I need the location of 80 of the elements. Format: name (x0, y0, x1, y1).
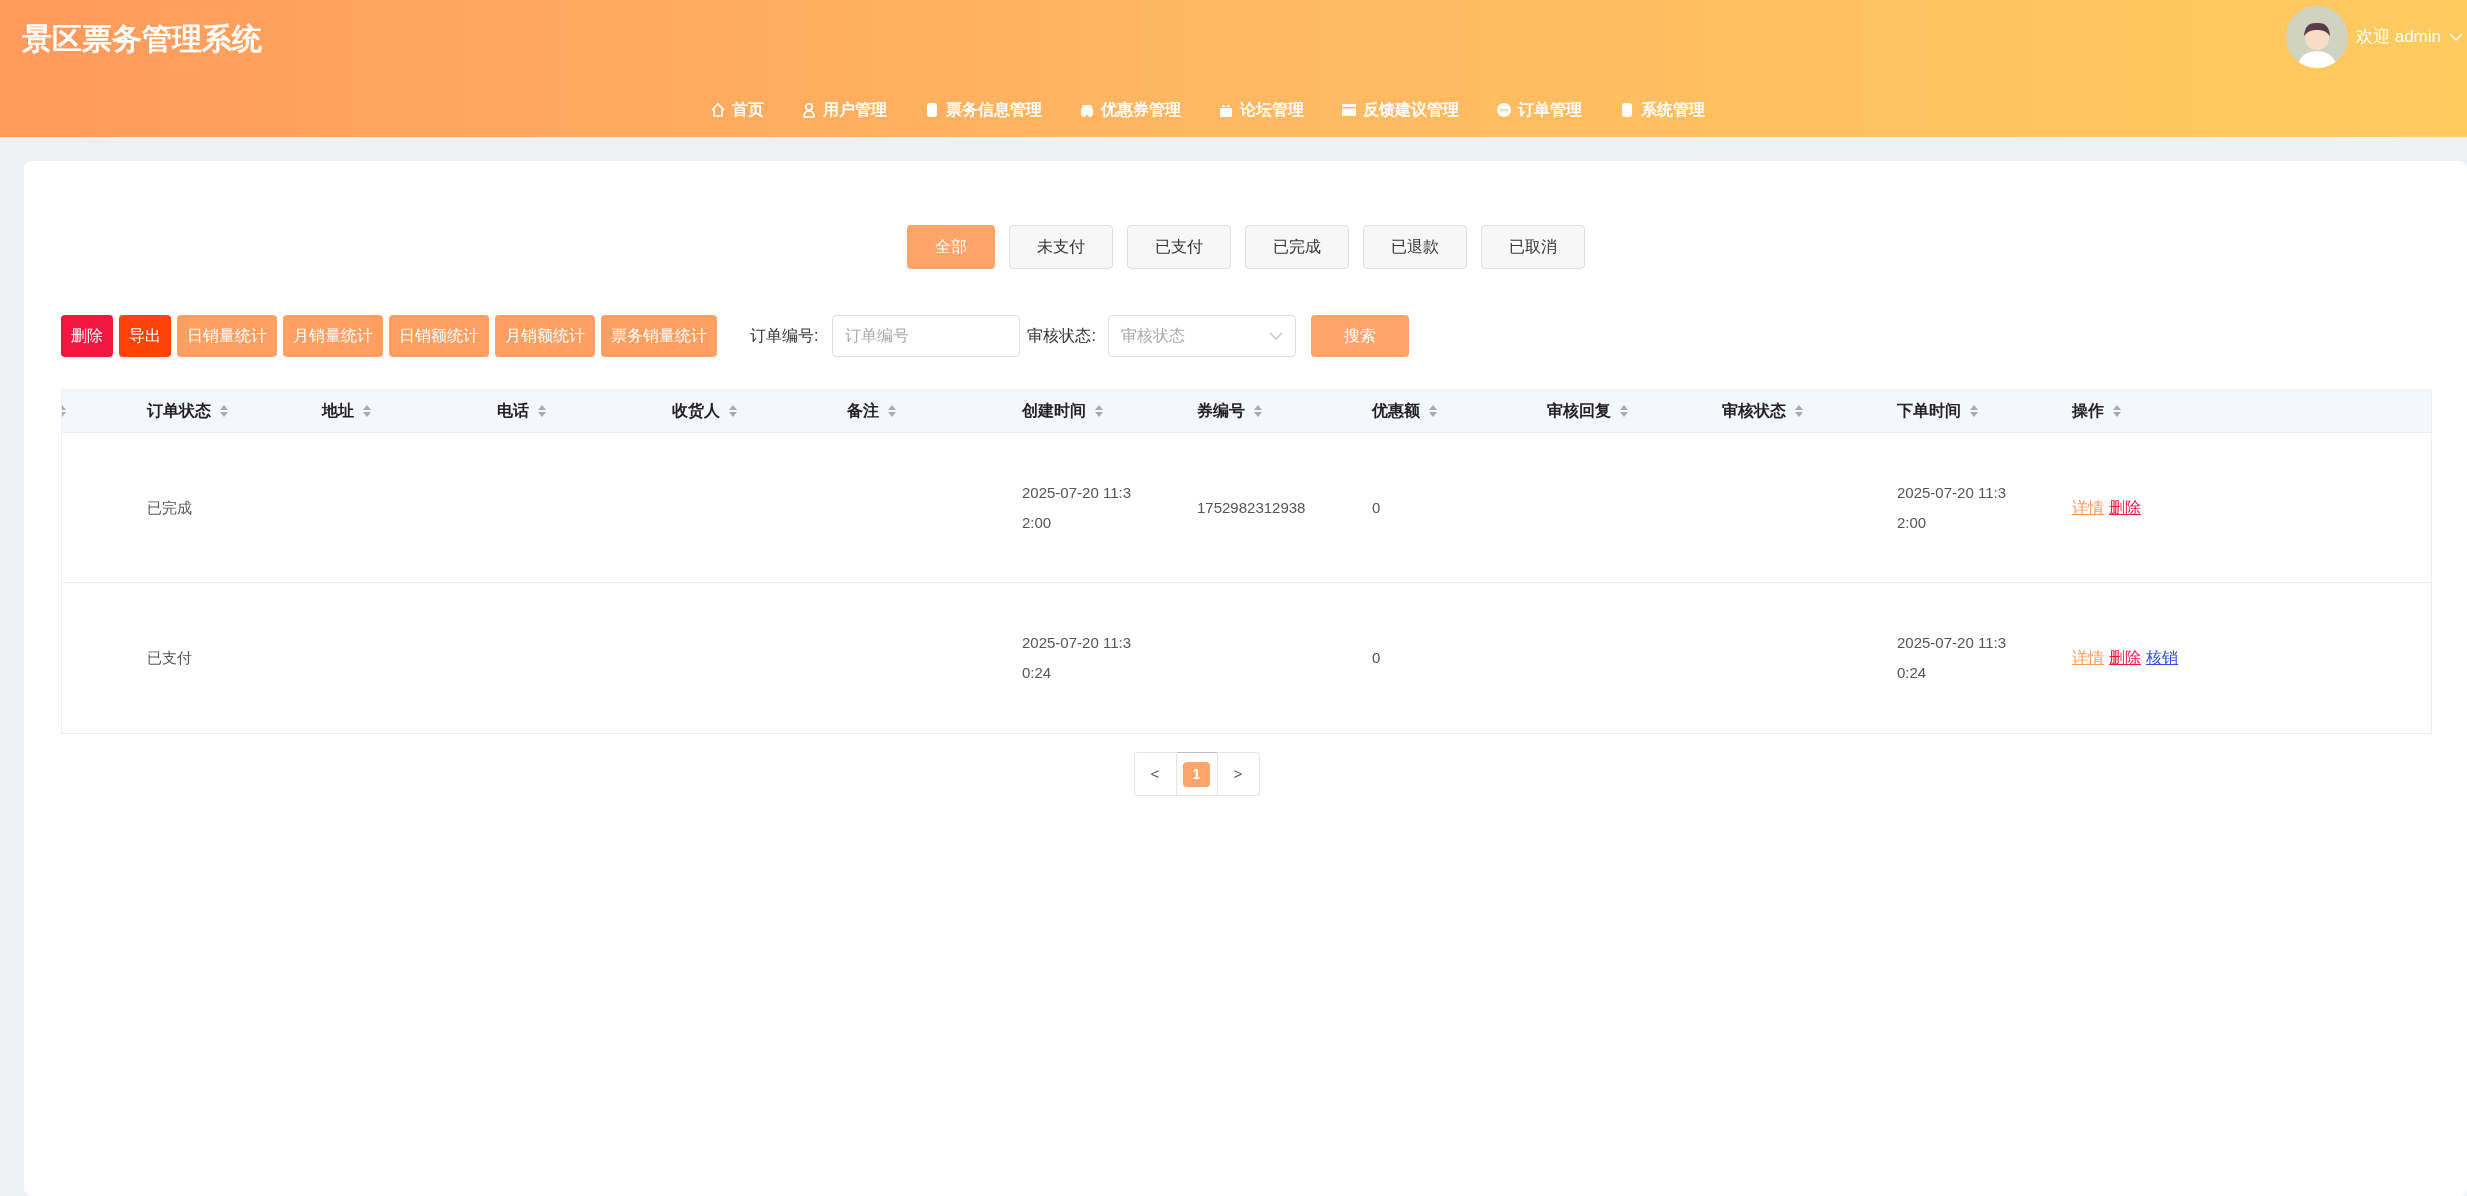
toolbar-button[interactable]: 票务销量统计 (601, 315, 717, 357)
column-header: 订单状态 (147, 401, 211, 421)
status-tab[interactable]: 已取消 (1480, 225, 1585, 269)
nav-item[interactable]: 系统管理 (1619, 98, 1705, 122)
nav-item[interactable]: 用户管理 (801, 98, 887, 122)
column-header: 下单时间 (1897, 401, 1961, 421)
column-header: 审核状态 (1722, 401, 1786, 421)
welcome-text[interactable]: 欢迎 admin (2355, 24, 2441, 50)
nav-item[interactable]: 首页 (710, 98, 764, 122)
user-icon (801, 102, 817, 118)
database-icon (1619, 102, 1635, 118)
search-button[interactable]: 搜索 (1310, 315, 1409, 357)
sort-icon[interactable] (887, 404, 897, 418)
sort-icon[interactable] (219, 404, 229, 418)
sort-icon[interactable] (1619, 404, 1629, 418)
table-cell-text: 2025-07-20 11:32:00 (1897, 482, 2007, 533)
table-cell-text: 2025-07-20 11:30:24 (1022, 633, 1132, 683)
sort-icon[interactable] (728, 404, 738, 418)
column-header: 操作 (2072, 401, 2104, 421)
action-link[interactable]: 删除 (2109, 495, 2141, 520)
review-status-label: 审核状态: (1027, 326, 1096, 346)
sort-icon[interactable] (1969, 404, 1979, 418)
sort-icon[interactable] (1253, 404, 1263, 418)
gift-icon (1218, 102, 1234, 118)
database-icon (924, 102, 940, 118)
column-header: 审核回复 (1547, 401, 1611, 421)
action-link[interactable]: 核销 (2146, 646, 2178, 670)
sort-icon[interactable] (362, 404, 372, 418)
page-button[interactable]: 1 (1183, 761, 1210, 787)
app-title: 景区票务管理系统 (22, 21, 262, 57)
column-header: 创建时间 (1022, 401, 1086, 421)
column-header: 备注 (847, 401, 879, 421)
chevron-down-icon[interactable] (2449, 32, 2463, 42)
table-cell-text: 2025-07-20 11:32:00 (1022, 482, 1132, 533)
chat-icon (1496, 102, 1512, 118)
order-number-label: 订单编号: (750, 326, 819, 346)
nav-item[interactable]: 票务信息管理 (924, 98, 1042, 122)
column-header: 地址 (322, 401, 354, 421)
review-status-select[interactable]: 审核状态 (1107, 315, 1296, 357)
sort-icon[interactable] (2112, 404, 2122, 418)
toolbar-button[interactable]: 月销量统计 (283, 315, 383, 357)
status-tab[interactable]: 全部 (906, 225, 995, 269)
toolbar-button[interactable]: 日销量统计 (177, 315, 277, 357)
table-cell-text: 已支付 (147, 648, 193, 668)
nav-item[interactable]: 优惠券管理 (1079, 98, 1181, 122)
next-page-button[interactable]: > (1216, 752, 1260, 796)
table-cell-text: 已完成 (147, 497, 193, 518)
previous-page-button[interactable]: < (1133, 752, 1177, 796)
table-cell-text: 2025-07-20 11:30:24 (1897, 633, 2007, 683)
order-number-field[interactable]: 订单编号 (832, 315, 1021, 357)
status-tab[interactable]: 已退款 (1362, 225, 1467, 269)
table-cell-text: 1752982312938 (1197, 497, 1307, 518)
column-header: 收货人 (672, 401, 720, 422)
sort-icon[interactable] (62, 404, 67, 418)
sort-icon[interactable] (1428, 404, 1438, 418)
car-icon (1079, 102, 1095, 118)
status-tab[interactable]: 已支付 (1126, 225, 1231, 269)
nav-item[interactable]: 反馈建议管理 (1341, 98, 1459, 122)
card-icon (1341, 102, 1357, 118)
toolbar-button[interactable]: 删除 (61, 315, 113, 357)
chevron-down-icon (1268, 331, 1283, 341)
home-icon (710, 102, 726, 118)
sort-icon[interactable] (537, 404, 547, 418)
nav-item[interactable]: 订单管理 (1496, 98, 1582, 122)
toolbar-button[interactable]: 月销额统计 (495, 315, 595, 357)
table-cell-text: 0 (1372, 497, 1382, 518)
column-header: 券编号 (1197, 401, 1245, 421)
table-cell-text: 0 (1372, 648, 1382, 668)
nav-item[interactable]: 论坛管理 (1218, 98, 1304, 122)
status-tab[interactable]: 未支付 (1008, 225, 1113, 269)
status-tab[interactable]: 已完成 (1244, 225, 1349, 269)
toolbar-button[interactable]: 日销额统计 (389, 315, 489, 357)
action-link[interactable]: 删除 (2109, 646, 2141, 670)
column-header: 电话 (497, 401, 529, 421)
action-link[interactable]: 详情 (2072, 495, 2104, 520)
sort-icon[interactable] (1094, 404, 1104, 418)
sort-icon[interactable] (1794, 404, 1804, 418)
action-link[interactable]: 详情 (2072, 646, 2104, 670)
column-header: 优惠额 (1372, 401, 1420, 421)
toolbar-button[interactable]: 导出 (119, 315, 171, 357)
